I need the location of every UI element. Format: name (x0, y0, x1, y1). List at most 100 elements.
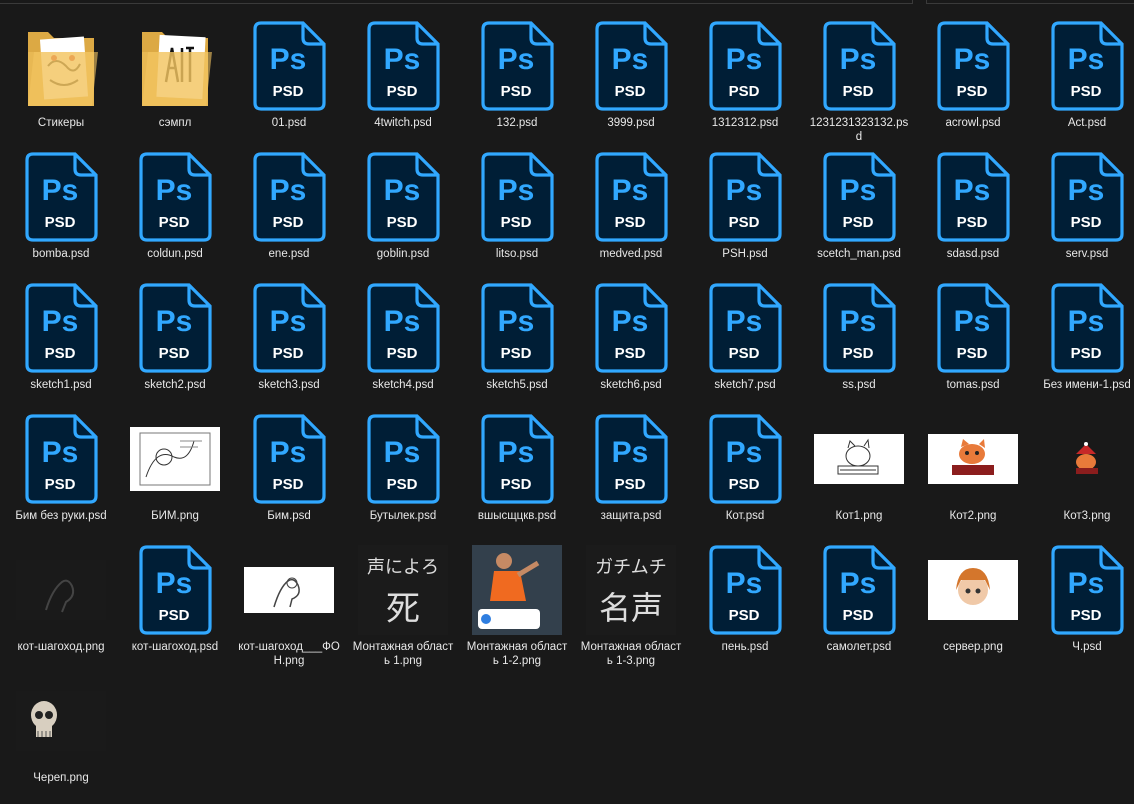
file-item[interactable]: Ps PSD PSH.psd (688, 149, 802, 280)
ps-logo-text: Ps (725, 174, 762, 207)
file-item[interactable]: Ps PSD 1231231323132.psd (802, 18, 916, 149)
folder-item[interactable]: Стикеры (4, 18, 118, 149)
psd-type-text: PSD (500, 345, 531, 362)
psd-file-icon: Ps PSD (138, 152, 212, 242)
file-name: serv.psd (1065, 248, 1109, 260)
file-name: ss.psd (842, 379, 876, 391)
file-item[interactable]: Ps PSD Кот.psd (688, 411, 802, 542)
file-item[interactable]: Ps PSD Бим.psd (232, 411, 346, 542)
ps-logo-text: Ps (839, 567, 876, 600)
file-item[interactable]: Монтажная область 1-2.png (460, 542, 574, 673)
file-item[interactable]: Ps PSD Act.psd (1030, 18, 1134, 149)
file-item[interactable]: Ps PSD serv.psd (1030, 149, 1134, 280)
file-item[interactable]: Ps PSD sketch2.psd (118, 280, 232, 411)
ps-logo-text: Ps (41, 174, 78, 207)
file-item[interactable]: Кот1.png (802, 411, 916, 542)
file-item[interactable]: Ps PSD sketch1.psd (4, 280, 118, 411)
file-item[interactable]: Ps PSD coldun.psd (118, 149, 232, 280)
psd-file-icon: Ps PSD (1050, 283, 1124, 373)
psd-file-icon: Ps PSD (252, 414, 326, 504)
file-item[interactable]: Ps PSD защита.psd (574, 411, 688, 542)
file-item[interactable]: Ps PSD sdasd.psd (916, 149, 1030, 280)
file-item[interactable]: Ps PSD кот-шагоход.psd (118, 542, 232, 673)
image-thumbnail (130, 427, 220, 491)
item-thumb: Ps PSD (125, 149, 225, 245)
file-item[interactable]: сервер.png (916, 542, 1030, 673)
image-thumbnail: ガチムチ 名声 (586, 545, 676, 635)
file-item[interactable]: Ps PSD вшысщцкв.psd (460, 411, 574, 542)
address-bar[interactable] (0, 0, 913, 4)
file-name: sketch1.psd (30, 379, 92, 391)
file-item[interactable]: Ps PSD ene.psd (232, 149, 346, 280)
psd-type-text: PSD (614, 476, 645, 493)
psd-file-icon: Ps PSD (708, 283, 782, 373)
file-item[interactable]: Ps PSD scetch_man.psd (802, 149, 916, 280)
psd-file-icon: Ps PSD (822, 545, 896, 635)
artboard-caption: 声によろ (367, 557, 439, 578)
file-item[interactable]: Ps PSD sketch5.psd (460, 280, 574, 411)
psd-type-text: PSD (1070, 214, 1101, 231)
file-name: sketch7.psd (714, 379, 776, 391)
file-item[interactable]: Ps PSD пень.psd (688, 542, 802, 673)
file-item[interactable]: Ps PSD sketch7.psd (688, 280, 802, 411)
ps-logo-text: Ps (1067, 43, 1104, 76)
file-item[interactable]: Ps PSD goblin.psd (346, 149, 460, 280)
file-item[interactable]: Ps PSD Бутылек.psd (346, 411, 460, 542)
ps-logo-text: Ps (497, 43, 534, 76)
file-item[interactable]: Ps PSD 1312312.psd (688, 18, 802, 149)
psd-file-icon: Ps PSD (366, 283, 440, 373)
file-item[interactable]: кот-шагоход.png (4, 542, 118, 673)
file-item[interactable]: Ps PSD 4twitch.psd (346, 18, 460, 149)
file-item[interactable]: Ps PSD Ч.psd (1030, 542, 1134, 673)
file-item[interactable]: Ps PSD 3999.psd (574, 18, 688, 149)
file-item[interactable]: Ps PSD litso.psd (460, 149, 574, 280)
file-item[interactable]: кот-шагоход___ФОН.png (232, 542, 346, 673)
file-item[interactable]: Ps PSD Без имени-1.psd (1030, 280, 1134, 411)
item-thumb: Ps PSD (239, 280, 339, 376)
file-item[interactable]: Ps PSD medved.psd (574, 149, 688, 280)
item-thumb: Ps PSD (1037, 18, 1134, 114)
file-item[interactable]: Ps PSD ss.psd (802, 280, 916, 411)
psd-file-icon: Ps PSD (594, 414, 668, 504)
file-item[interactable]: Ps PSD 132.psd (460, 18, 574, 149)
file-item[interactable]: Ps PSD sketch3.psd (232, 280, 346, 411)
psd-file-icon: Ps PSD (252, 283, 326, 373)
ps-logo-text: Ps (611, 436, 648, 469)
file-item[interactable]: Ps PSD Бим без руки.psd (4, 411, 118, 542)
file-name: кот-шагоход___ФОН.png (238, 641, 340, 667)
ps-logo-text: Ps (383, 305, 420, 338)
file-item[interactable]: Кот2.png (916, 411, 1030, 542)
file-name: sketch3.psd (258, 379, 320, 391)
file-item[interactable]: Ps PSD acrowl.psd (916, 18, 1030, 149)
psd-type-text: PSD (842, 345, 873, 362)
image-thumbnail (244, 567, 334, 613)
psd-type-text: PSD (158, 214, 189, 231)
psd-type-text: PSD (386, 214, 417, 231)
file-item[interactable]: Ps PSD 01.psd (232, 18, 346, 149)
psd-type-text: PSD (1070, 83, 1101, 100)
file-name: Кот2.png (949, 510, 997, 522)
folder-icon (138, 22, 212, 110)
file-item[interactable]: ガチムチ 名声 Монтажная область 1-3.png (574, 542, 688, 673)
file-item[interactable]: Ps PSD tomas.psd (916, 280, 1030, 411)
file-item[interactable]: 声によろ死 Монтажная область 1.png (346, 542, 460, 673)
file-item[interactable]: Кот3.png (1030, 411, 1134, 542)
ps-logo-text: Ps (497, 305, 534, 338)
folder-item[interactable]: сэмпл (118, 18, 232, 149)
search-box[interactable] (926, 0, 1134, 4)
ps-logo-text: Ps (269, 174, 306, 207)
psd-file-icon: Ps PSD (822, 283, 896, 373)
file-name: кот-шагоход.psd (131, 641, 219, 653)
file-item[interactable]: Ps PSD самолет.psd (802, 542, 916, 673)
file-item[interactable]: Ps PSD sketch6.psd (574, 280, 688, 411)
psd-type-text: PSD (500, 214, 531, 231)
file-item[interactable]: Ps PSD sketch4.psd (346, 280, 460, 411)
file-item[interactable]: БИМ.png (118, 411, 232, 542)
file-item[interactable]: Череп.png (4, 673, 118, 804)
psd-file-icon: Ps PSD (708, 414, 782, 504)
item-thumb: Ps PSD (11, 149, 111, 245)
file-item[interactable]: Ps PSD bomba.psd (4, 149, 118, 280)
psd-file-icon: Ps PSD (1050, 152, 1124, 242)
ps-logo-text: Ps (725, 567, 762, 600)
file-name: sketch2.psd (144, 379, 206, 391)
